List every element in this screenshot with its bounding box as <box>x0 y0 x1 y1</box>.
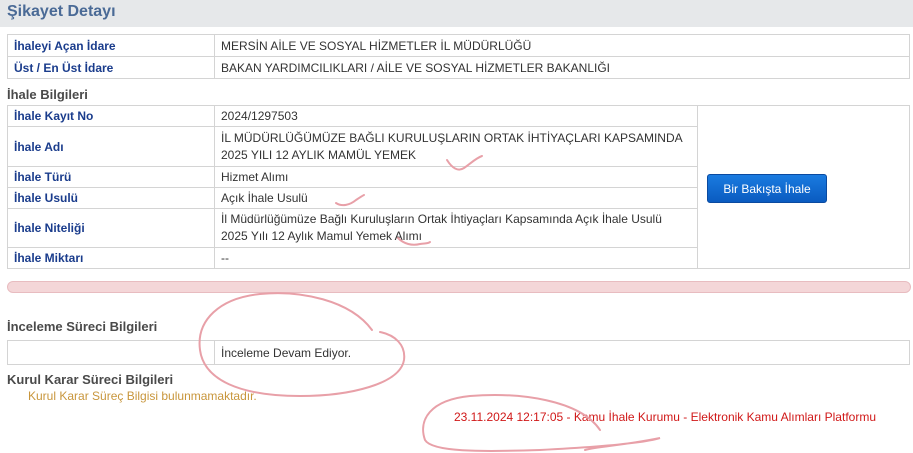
footer-text: 23.11.2024 12:17:05 - Kamu İhale Kurumu … <box>454 410 876 424</box>
row-label: İhale Niteliği <box>7 208 215 248</box>
bir-bakista-ihale-button[interactable]: Bir Bakışta İhale <box>707 174 827 203</box>
page-header: Şikayet Detayı <box>0 0 913 27</box>
row-value: MERSİN AİLE VE SOSYAL HİZMETLER İL MÜDÜR… <box>214 34 910 57</box>
row-label: İhale Kayıt No <box>7 105 215 127</box>
table-row: İhaleyi Açan İdare MERSİN AİLE VE SOSYAL… <box>7 34 910 57</box>
page-title: Şikayet Detayı <box>7 3 116 20</box>
row-value: 2024/1297503 <box>214 105 698 127</box>
row-value: İL MÜDÜRLÜĞÜMÜZE BAĞLI KURULUŞLARIN ORTA… <box>214 126 698 167</box>
row-label: İhale Usulü <box>7 187 215 209</box>
row-value: İl Müdürlüğümüze Bağlı Kuruluşların Orta… <box>214 208 698 248</box>
idare-table: İhaleyi Açan İdare MERSİN AİLE VE SOSYAL… <box>7 34 910 79</box>
row-label <box>7 340 215 365</box>
row-value: BAKAN YARDIMCILIKLARI / AİLE VE SOSYAL H… <box>214 56 910 79</box>
progress-bar <box>7 281 911 293</box>
inceleme-table: İnceleme Devam Ediyor. <box>7 340 910 365</box>
row-value: -- <box>214 247 698 269</box>
table-row: İnceleme Devam Ediyor. <box>7 340 910 365</box>
row-label: Üst / En Üst İdare <box>7 56 215 79</box>
row-label: İhale Miktarı <box>7 247 215 269</box>
kurul-section-title: Kurul Karar Süreci Bilgileri <box>7 372 174 387</box>
table-row: Üst / En Üst İdare BAKAN YARDIMCILIKLARI… <box>7 56 910 79</box>
inceleme-status: İnceleme Devam Ediyor. <box>214 340 910 365</box>
row-label: İhale Türü <box>7 166 215 188</box>
table-row: İhale Kayıt No 2024/1297503 <box>7 105 910 269</box>
row-value: Açık İhale Usulü <box>214 187 698 209</box>
row-value: Hizmet Alımı <box>214 166 698 188</box>
row-label: İhaleyi Açan İdare <box>7 34 215 57</box>
inceleme-section-title: İnceleme Süreci Bilgileri <box>7 319 158 334</box>
ihale-section-title: İhale Bilgileri <box>7 87 88 102</box>
row-label: İhale Adı <box>7 126 215 167</box>
kurul-message: Kurul Karar Süreç Bilgisi bulunmamaktadı… <box>28 389 257 403</box>
